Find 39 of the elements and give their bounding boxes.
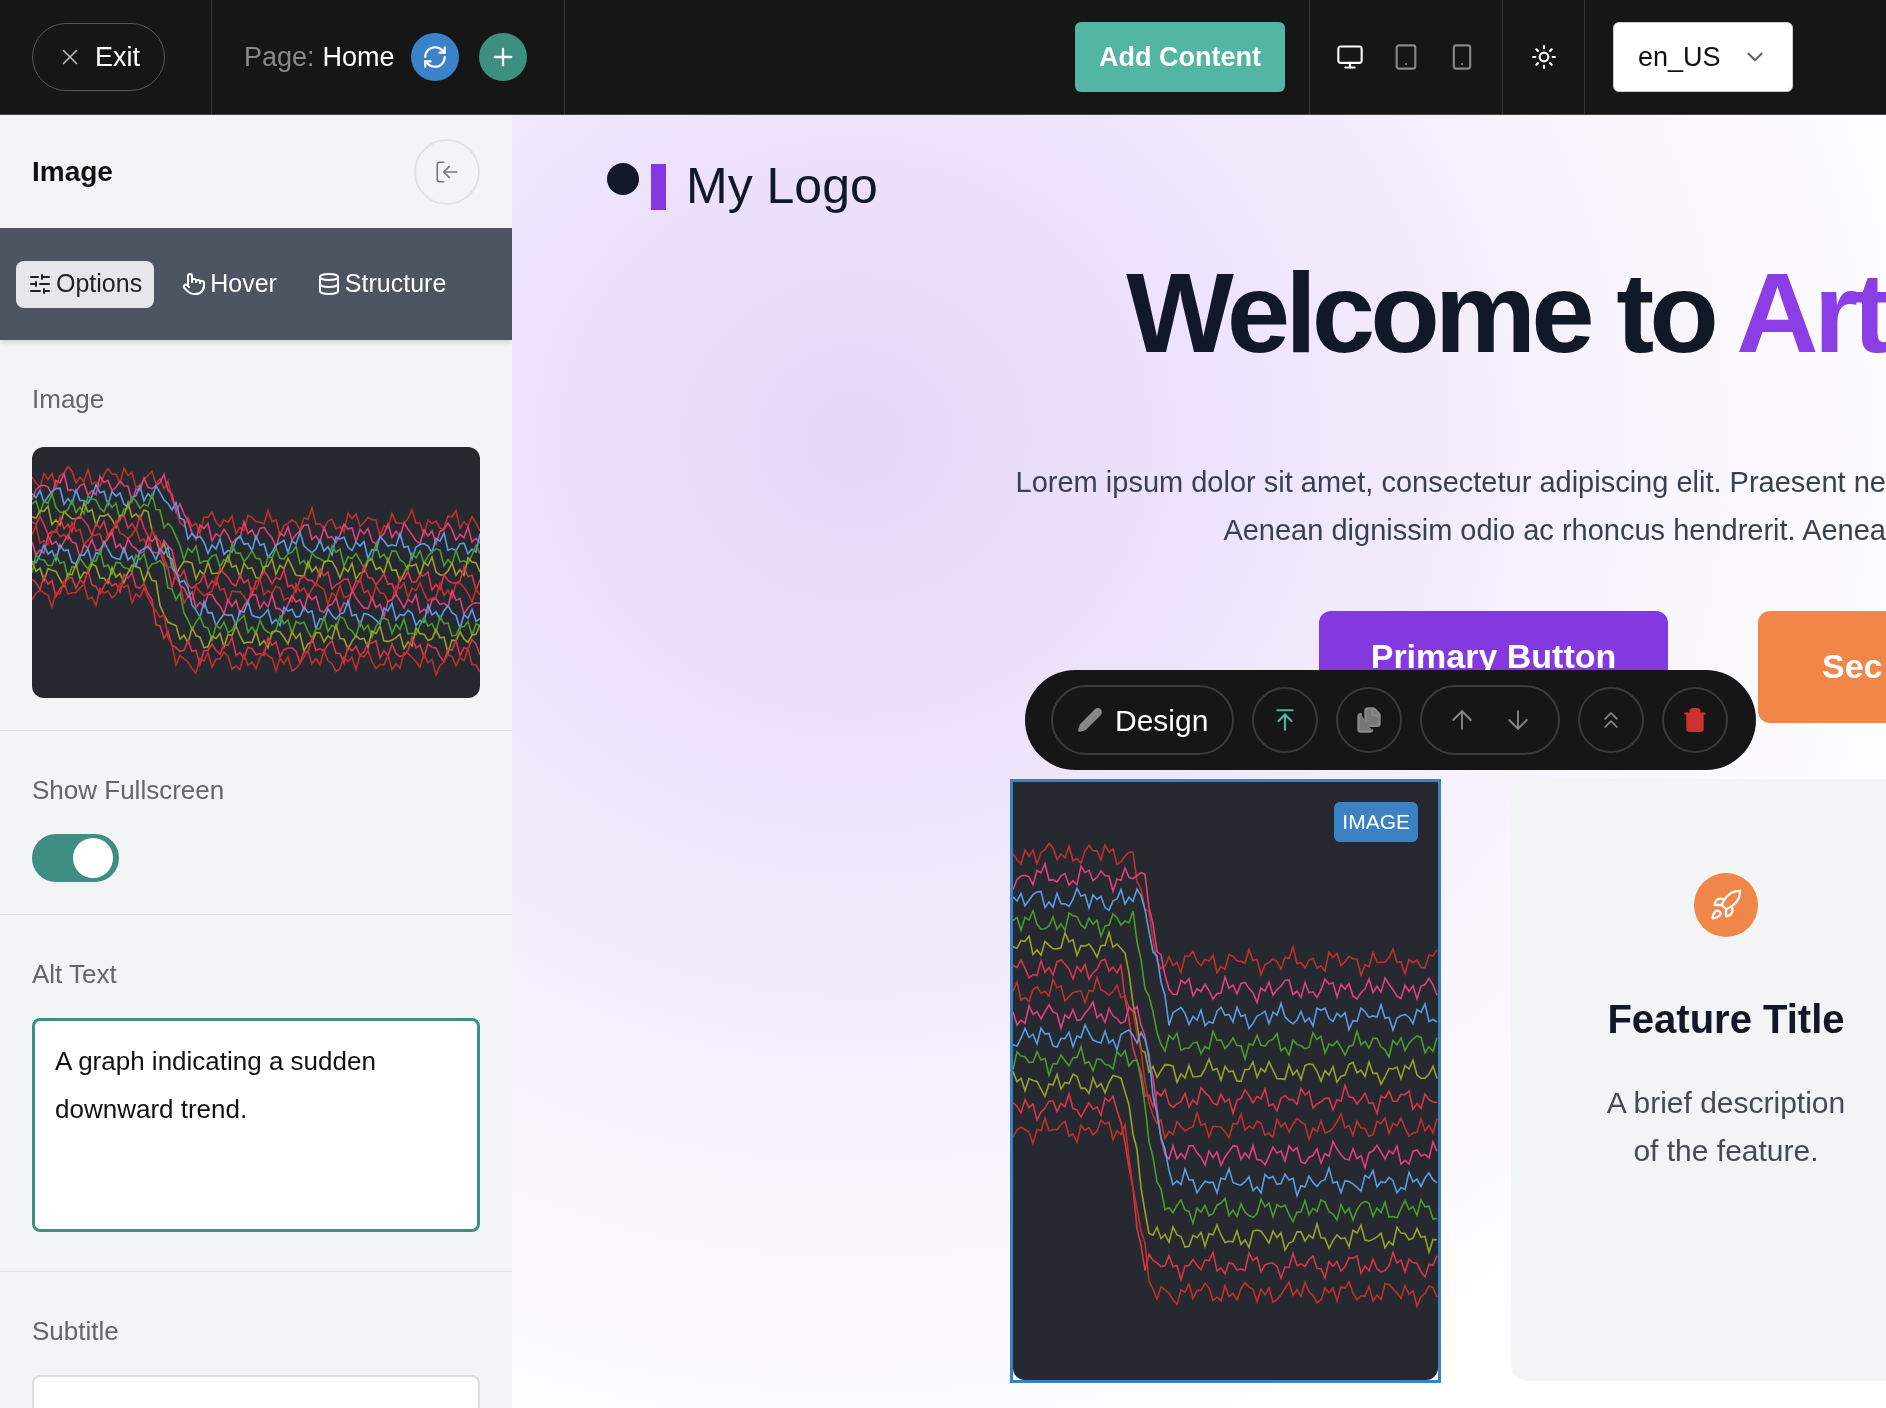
intro-text: Lorem ipsum dolor sit amet, consectetur adipiscing elit. Praesent ne [1015,465,1886,500]
hero-headline: Welcome to Art [1126,258,1886,368]
delete-button[interactable] [1662,687,1729,753]
feature-title: Feature Title [1607,996,1845,1043]
trash-icon [1682,707,1709,733]
desktop-icon[interactable] [1336,43,1364,71]
fullscreen-toggle[interactable] [32,834,119,882]
logo-text: My Logo [686,157,878,216]
theme-icon[interactable] [1530,44,1557,70]
pencil-icon [1077,707,1103,733]
refresh-button[interactable] [410,33,459,81]
copy-icon [1355,706,1384,734]
panel-tab[interactable]: Structure [304,260,459,308]
design-button[interactable]: Design [1051,685,1235,755]
panel-title: Image [32,154,113,189]
locale-select[interactable]: en_US [1613,22,1793,92]
pointer-icon [182,272,207,296]
database-icon [316,272,341,296]
field-label: Image [32,383,106,416]
alt-text-field[interactable]: A graph indicating a sudden downward trend. [32,1018,480,1232]
field-label: Show Fullscreen [32,774,226,807]
intro-text: Aenean dignissim odio ac rhoncus hendrerit. Aenea [1223,513,1886,548]
duplicate-button[interactable] [1336,687,1403,753]
page-name: Home [322,40,395,74]
rocket-icon [1709,888,1743,922]
field-label: Alt Text [32,958,118,991]
sliders-icon [28,272,52,296]
logo-bar [651,163,666,210]
move-to-top-button[interactable] [1252,687,1319,753]
image-block[interactable]: IMAGE [1010,779,1441,1383]
panel-tab[interactable]: Options [16,260,155,308]
feature-description: A brief description of the feature. [1605,1085,1847,1169]
image-badge: IMAGE [1334,802,1418,842]
panel-exit-icon [434,158,460,185]
refresh-icon [421,44,448,70]
panel-tab[interactable]: Hover [170,260,289,308]
add-page-button[interactable] [478,33,527,81]
field-label: Subtitle [32,1315,120,1348]
page-label: Page: [244,40,315,74]
